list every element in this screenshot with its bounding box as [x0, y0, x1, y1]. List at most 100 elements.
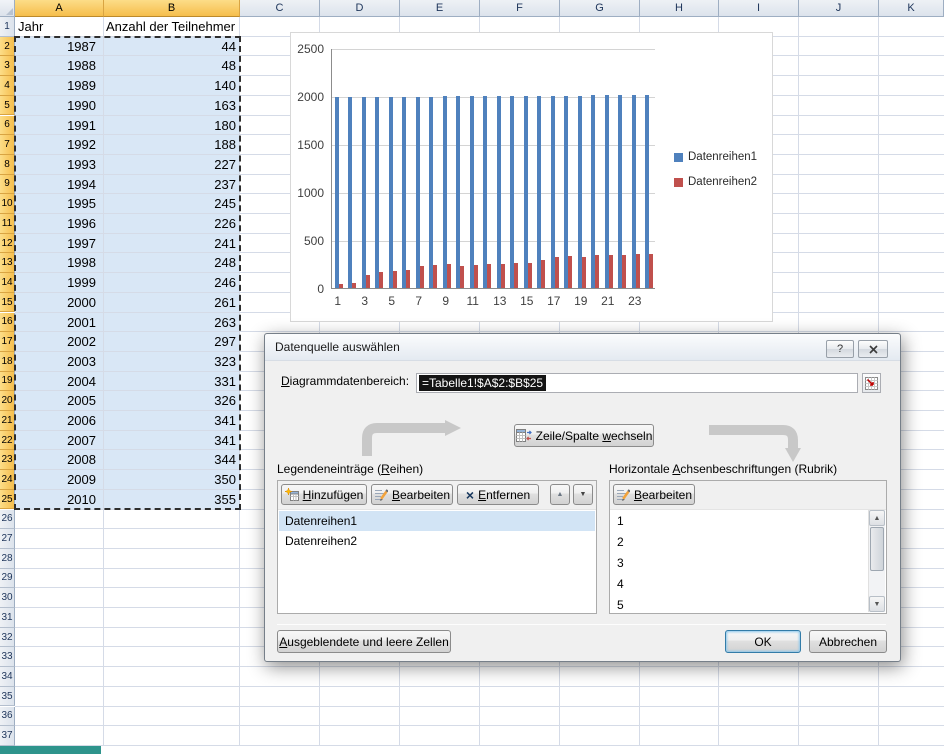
bar-Datenreihen2-17[interactable]: [554, 257, 559, 288]
row-header-21[interactable]: 21: [0, 411, 15, 431]
cell-A3[interactable]: 1988: [15, 56, 96, 76]
row-header-30[interactable]: 30: [0, 588, 15, 608]
close-button[interactable]: [858, 340, 888, 358]
cell-A5[interactable]: 1990: [15, 96, 96, 116]
legend-item[interactable]: Datenreihen2: [674, 176, 757, 188]
cell-B4[interactable]: 140: [104, 76, 236, 96]
row-header-26[interactable]: 26: [0, 509, 15, 530]
cancel-button[interactable]: Abbrechen: [809, 630, 887, 653]
row-header-17[interactable]: 17: [0, 332, 15, 352]
cell-A8[interactable]: 1993: [15, 155, 96, 175]
row-header-18[interactable]: 18: [0, 351, 15, 372]
column-header-E[interactable]: E: [400, 0, 480, 17]
hidden-empty-cells-button[interactable]: Ausgeblendete und leere Zellen: [277, 630, 451, 653]
cell-A25[interactable]: 2010: [15, 490, 96, 510]
bar-Datenreihen2-5[interactable]: [392, 270, 397, 288]
cell-B2[interactable]: 44: [104, 37, 236, 57]
cell-B15[interactable]: 261: [104, 293, 236, 313]
column-header-G[interactable]: G: [560, 0, 640, 17]
row-header-9[interactable]: 9: [0, 174, 15, 195]
bar-Datenreihen2-1[interactable]: [338, 283, 343, 288]
row-header-3[interactable]: 3: [0, 56, 15, 77]
bar-Datenreihen2-15[interactable]: [527, 262, 532, 288]
chart[interactable]: 0 500 1000 1500 2000 2500 1 3 5 7 9 11 13 15 17 19 21 23 D…: [290, 32, 773, 322]
column-header-D[interactable]: D: [320, 0, 400, 17]
cell-B16[interactable]: 263: [104, 313, 236, 333]
bar-Datenreihen1-5[interactable]: [388, 96, 393, 288]
cell-B12[interactable]: 241: [104, 234, 236, 254]
bar-Datenreihen2-19[interactable]: [581, 256, 586, 288]
cell-A4[interactable]: 1989: [15, 76, 96, 96]
row-header-22[interactable]: 22: [0, 430, 15, 451]
axis-list-item[interactable]: 5: [611, 595, 868, 612]
cell-B21[interactable]: 341: [104, 411, 236, 431]
cell-A24[interactable]: 2009: [15, 470, 96, 490]
bar-Datenreihen1-6[interactable]: [402, 96, 407, 288]
row-header-31[interactable]: 31: [0, 608, 15, 628]
cell-A19[interactable]: 2004: [15, 372, 96, 392]
column-header-F[interactable]: F: [480, 0, 560, 17]
cell-A6[interactable]: 1991: [15, 116, 96, 136]
bar-Datenreihen2-11[interactable]: [473, 264, 478, 288]
bar-Datenreihen1-2[interactable]: [348, 97, 353, 288]
bar-Datenreihen1-8[interactable]: [429, 96, 434, 288]
cell-B13[interactable]: 248: [104, 253, 236, 273]
bar-Datenreihen1-9[interactable]: [442, 96, 447, 288]
cell-B20[interactable]: 326: [104, 391, 236, 411]
remove-series-button[interactable]: × Entfernen: [457, 484, 539, 505]
row-header-27[interactable]: 27: [0, 529, 15, 549]
cell-A10[interactable]: 1995: [15, 194, 96, 214]
bar-Datenreihen2-21[interactable]: [608, 255, 613, 288]
row-header-35[interactable]: 35: [0, 686, 15, 707]
legend-item[interactable]: Datenreihen1: [674, 151, 757, 163]
cell-A7[interactable]: 1992: [15, 135, 96, 155]
cell-A16[interactable]: 2001: [15, 313, 96, 333]
edit-series-button[interactable]: Bearbeiten: [371, 484, 453, 505]
cell-B18[interactable]: 323: [104, 352, 236, 372]
cell-B5[interactable]: 163: [104, 96, 236, 116]
scroll-down-button[interactable]: ▼: [869, 596, 885, 612]
bar-Datenreihen2-10[interactable]: [460, 266, 465, 288]
cell-A22[interactable]: 2007: [15, 431, 96, 451]
axis-list-item[interactable]: 4: [611, 574, 868, 595]
row-header-13[interactable]: 13: [0, 253, 15, 274]
column-header-B[interactable]: B: [104, 0, 240, 17]
cell-B19[interactable]: 331: [104, 372, 236, 392]
bar-Datenreihen1-7[interactable]: [415, 96, 420, 288]
cell-B17[interactable]: 297: [104, 332, 236, 352]
help-button[interactable]: ?: [826, 340, 854, 358]
bar-Datenreihen2-20[interactable]: [595, 255, 600, 288]
select-all-button[interactable]: [0, 0, 15, 17]
dialog-titlebar[interactable]: Datenquelle auswählen ?: [265, 334, 900, 361]
row-header-12[interactable]: 12: [0, 233, 15, 254]
bar-Datenreihen1-3[interactable]: [361, 97, 366, 288]
row-header-10[interactable]: 10: [0, 194, 15, 214]
column-header-J[interactable]: J: [799, 0, 879, 17]
cell-B8[interactable]: 227: [104, 155, 236, 175]
cell-A11[interactable]: 1996: [15, 214, 96, 234]
row-header-25[interactable]: 25: [0, 489, 15, 510]
column-header-H[interactable]: H: [640, 0, 719, 17]
row-header-19[interactable]: 19: [0, 371, 15, 392]
bar-Datenreihen1-1[interactable]: [334, 97, 339, 288]
row-header-11[interactable]: 11: [0, 214, 15, 234]
column-header-A[interactable]: A: [15, 0, 104, 17]
row-header-36[interactable]: 36: [0, 706, 15, 727]
move-down-button[interactable]: ▼: [573, 484, 593, 505]
row-header-2[interactable]: 2: [0, 36, 15, 57]
row-header-1[interactable]: 1: [0, 17, 15, 37]
cell-A17[interactable]: 2002: [15, 332, 96, 352]
bar-Datenreihen2-3[interactable]: [365, 274, 370, 288]
cell-B24[interactable]: 350: [104, 470, 236, 490]
add-series-button[interactable]: Hinzufügen: [281, 484, 367, 505]
column-header-C[interactable]: C: [240, 0, 320, 17]
axis-list-item[interactable]: 3: [611, 553, 868, 574]
bar-Datenreihen1-4[interactable]: [375, 96, 380, 288]
bar-Datenreihen2-8[interactable]: [433, 265, 438, 288]
cell-B9[interactable]: 237: [104, 175, 236, 195]
row-header-37[interactable]: 37: [0, 726, 15, 746]
cell-B3[interactable]: 48: [104, 56, 236, 76]
cell-A14[interactable]: 1999: [15, 273, 96, 293]
bar-Datenreihen1-10[interactable]: [456, 96, 461, 288]
column-header-K[interactable]: K: [879, 0, 944, 17]
